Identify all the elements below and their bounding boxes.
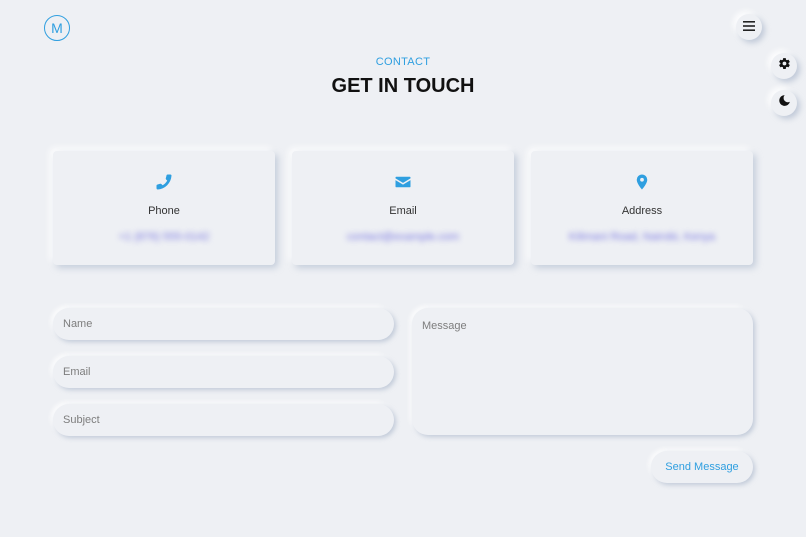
address-label: Address [621,205,663,217]
phone-label: Phone [148,205,180,217]
menu-button[interactable] [736,14,762,40]
logo[interactable]: M [44,15,70,41]
hamburger-icon [743,18,755,36]
phone-icon [53,173,275,193]
message-textarea[interactable] [412,308,753,435]
phone-card: Phone +1 (876) 555-0142 [53,151,275,265]
name-input[interactable] [53,308,394,340]
subject-input[interactable] [53,404,394,436]
email-value: contact@example.com [346,231,460,243]
map-pin-icon [531,173,753,193]
email-input[interactable] [53,356,394,388]
page-title: GET IN TOUCH [331,75,475,97]
address-value: Kilimani Road, Nairobi, Kenya [568,231,716,243]
email-label: Email [389,205,417,217]
contact-page: M CONTACT GET IN TOUCH Phone +1 (876) 55… [0,0,806,537]
send-message-button[interactable]: Send Message [651,451,753,483]
section-eyebrow: CONTACT [375,56,431,68]
logo-letter: M [51,20,63,36]
envelope-icon [292,173,514,193]
address-card: Address Kilimani Road, Nairobi, Kenya [531,151,753,265]
phone-value: +1 (876) 555-0142 [118,231,210,243]
email-card: Email contact@example.com [292,151,514,265]
